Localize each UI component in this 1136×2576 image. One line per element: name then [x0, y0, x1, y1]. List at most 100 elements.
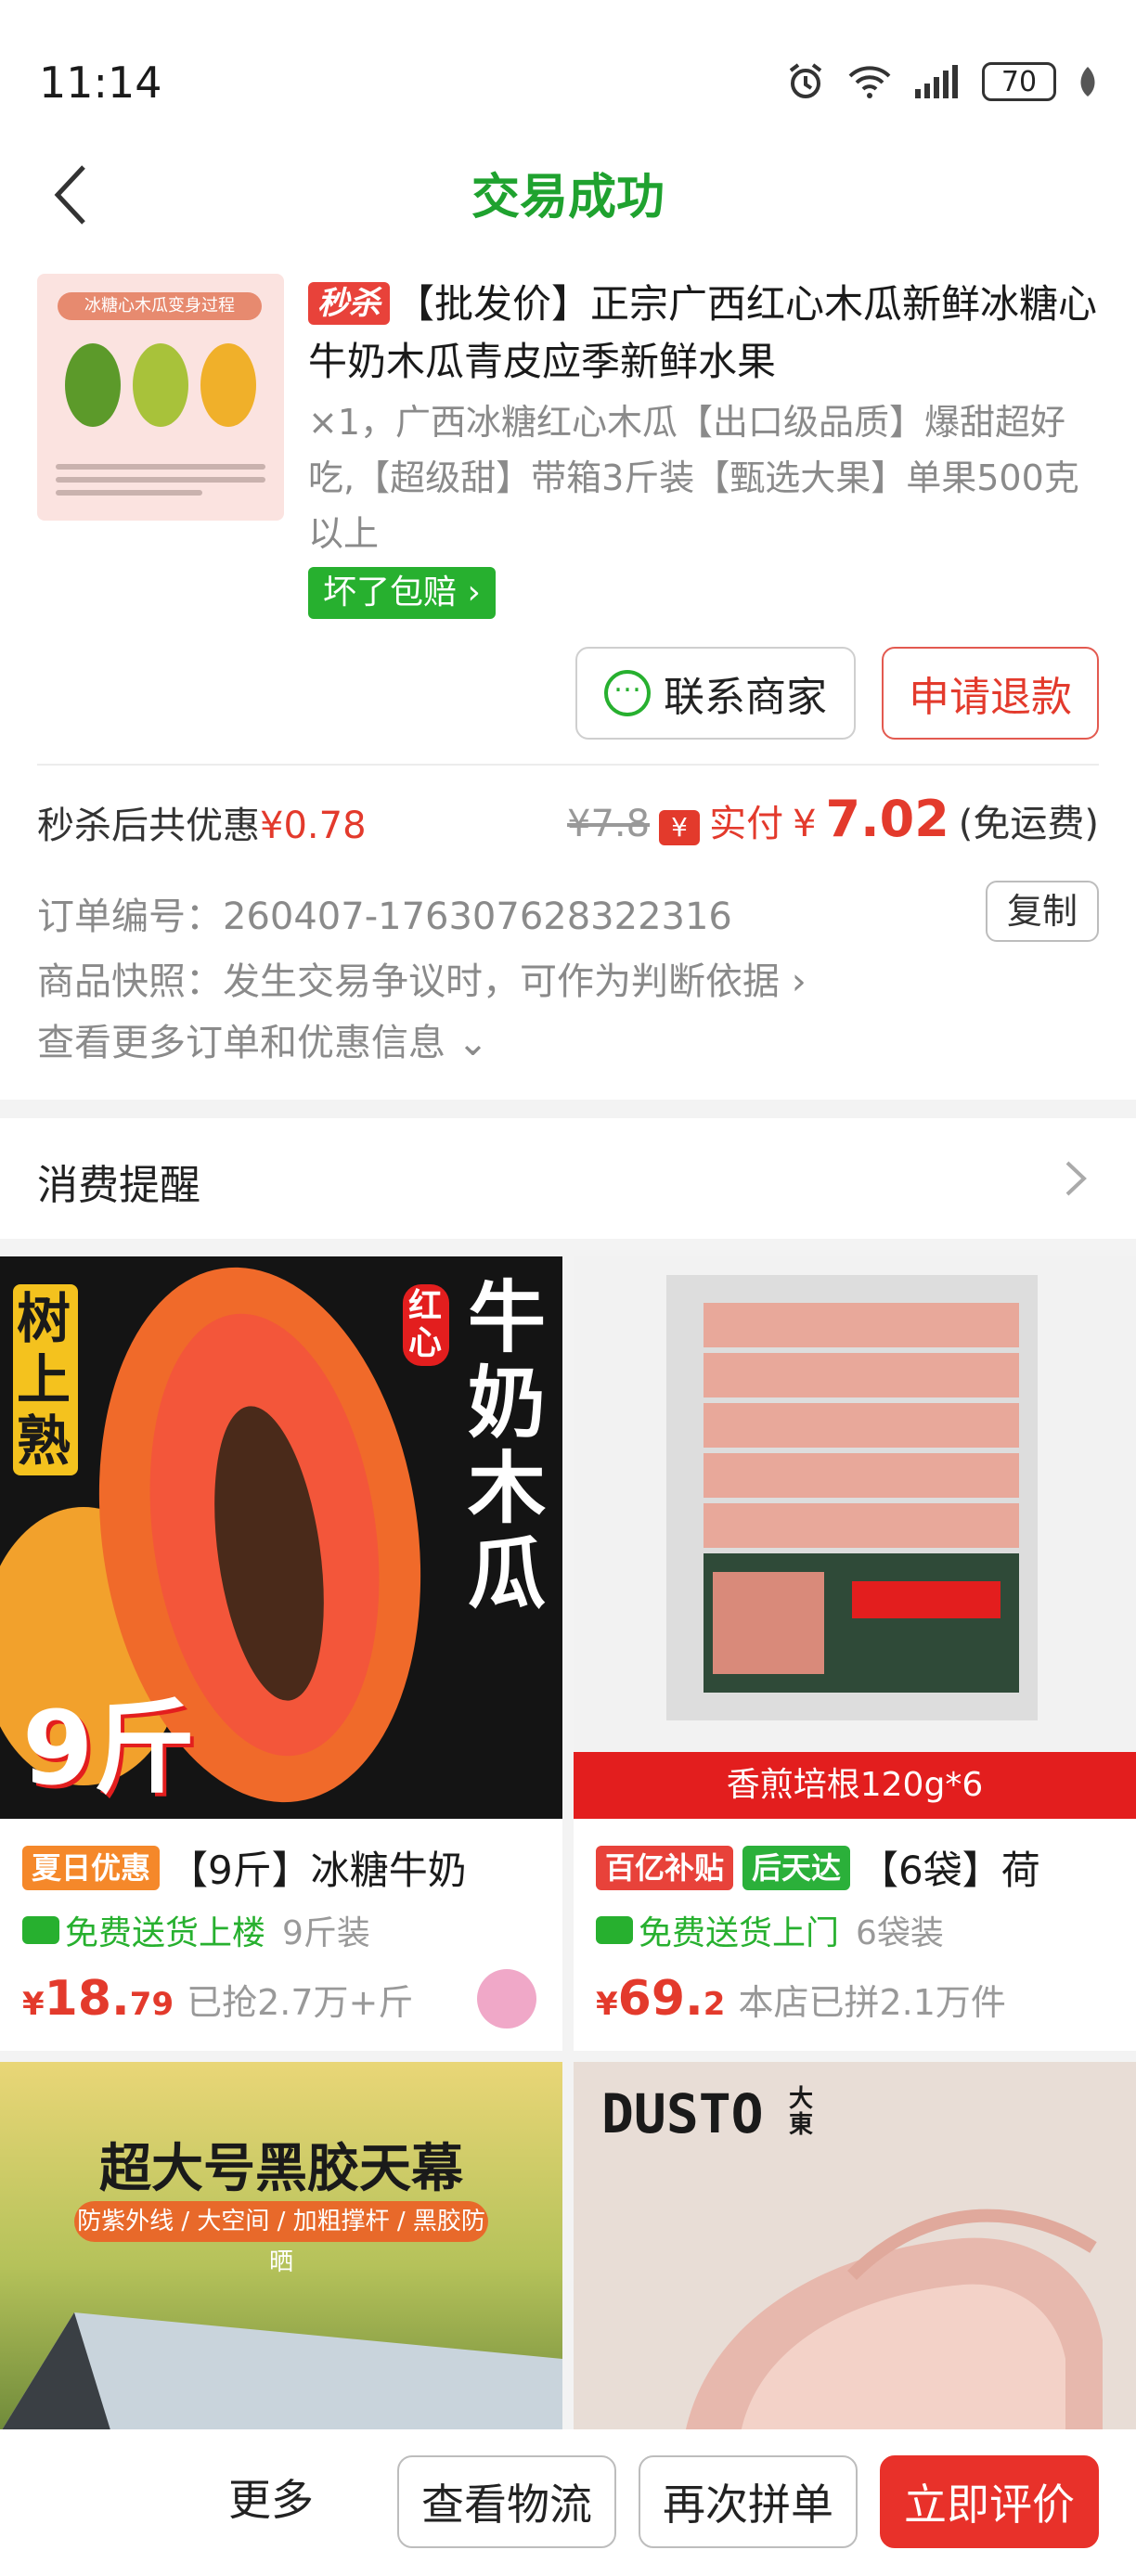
guarantee-label: 坏了包赔	[323, 573, 458, 612]
papaya-ripe-image	[200, 343, 256, 427]
price-row: ¥18.79 已抢2.7万+斤	[22, 1971, 413, 2027]
product-banner: 香煎培根120g*6	[574, 1752, 1136, 1819]
view-logistics-button[interactable]: 查看物流	[397, 2455, 616, 2548]
snapshot-link[interactable]: 商品快照：发生交易争议时，可作为判断依据 ›	[37, 951, 807, 1005]
shoe-image	[685, 2209, 1103, 2433]
price-int: 18.	[44, 1971, 130, 2027]
product-image: 香煎培根120g*6	[574, 1256, 1136, 1819]
price: ¥18.79	[22, 1971, 174, 2027]
order-number: 订单编号：260407-176307628322316	[37, 895, 732, 938]
consumer-reminder-row[interactable]: 消费提醒	[0, 1118, 1136, 1239]
price-currency: ¥	[596, 1986, 618, 2023]
contact-merchant-label: 联系商家	[664, 674, 827, 721]
status-icons: 70	[785, 61, 1099, 102]
spec-text: 9斤装	[282, 1914, 370, 1952]
weight-text: 9斤	[22, 1689, 196, 1808]
tent-image	[0, 2312, 562, 2433]
seckill-tag: 秒杀	[308, 282, 390, 325]
summer-deal-badge: 夏日优惠	[22, 1845, 161, 1890]
discount-label: 秒杀后共优惠	[37, 805, 260, 847]
chevron-right-icon	[1065, 1161, 1087, 1196]
more-order-info-toggle[interactable]: 查看更多订单和优惠信息 ⌄	[37, 1012, 488, 1066]
more-order-info-label: 查看更多订单和优惠信息	[37, 1022, 445, 1064]
delivery-speed-badge: 后天达	[742, 1845, 851, 1890]
spec-text: 6袋装	[856, 1914, 944, 1952]
original-price: ¥7.8	[567, 803, 651, 845]
price-dec: 79	[129, 1986, 174, 2023]
truck-icon	[22, 1916, 59, 1944]
delivery-label: 免费送货上门	[596, 1906, 839, 1954]
papaya-yellow-green-image	[133, 343, 188, 427]
discount-summary: 秒杀后共优惠¥0.78	[37, 795, 367, 849]
product-card[interactable]: 超大号黑胶天幕 防紫外线 / 大空间 / 加粗撑杆 / 黑胶防晒	[0, 2062, 562, 2433]
chevron-down-icon: ⌄	[445, 1022, 489, 1064]
price-currency: ¥	[22, 1986, 45, 2023]
battery-indicator: 70	[982, 62, 1056, 101]
paid-currency: ¥	[793, 803, 817, 845]
status-time: 11:14	[39, 58, 162, 108]
product-title-block[interactable]: 秒杀 【批发价】正宗广西红心木瓜新鲜冰糖心牛奶木瓜青皮应季新鲜水果	[308, 276, 1099, 391]
price-dec: 2	[703, 1986, 726, 2023]
discount-value: ¥0.78	[260, 805, 367, 847]
order-card: 冰糖心木瓜变身过程 秒杀 【批发价】正宗广西红心木瓜新鲜冰糖心牛奶木瓜青皮应季新鲜…	[0, 264, 1136, 858]
price-row: ¥69.2 本店已拼2.1万件	[596, 1971, 1006, 2027]
snapshot-label: 商品快照：发生交易争议时，可作为判断依据	[37, 960, 780, 1003]
price: ¥69.2	[596, 1971, 725, 2027]
truck-icon	[596, 1916, 633, 1944]
product-spec: ×1，广西冰糖红心木瓜【出口级品质】爆甜超好吃,【超级甜】带箱3斤装【甄选大果】…	[308, 402, 1079, 554]
sold-count: 已抢2.7万+斤	[187, 1982, 414, 2023]
chevron-right-icon: ›	[457, 573, 481, 612]
bacon-packs-image	[666, 1275, 1038, 1720]
product-card[interactable]: 树上熟 红心 牛奶木瓜 9斤 夏日优惠 【9斤】冰糖牛奶 免费送货上楼 9斤装 …	[0, 1256, 562, 2051]
thumbnail-caption: 冰糖心木瓜变身过程	[58, 292, 262, 320]
delivery-row: 免费送货上楼 9斤装	[22, 1906, 370, 1954]
product-image: DUSTO 大東	[574, 2062, 1136, 2433]
product-card[interactable]: DUSTO 大東	[574, 2062, 1136, 2433]
red-heart-badge: 红心	[403, 1284, 449, 1366]
product-title-row: 百亿补贴 后天达 【6袋】荷	[596, 1839, 1125, 1896]
page-title: 交易成功	[471, 170, 665, 225]
reminder-label: 消费提醒	[37, 1162, 200, 1209]
payment-summary: ¥7.8 ¥ 实付 ¥ 7.02 (免运费)	[567, 790, 1099, 848]
more-button[interactable]: 更多	[228, 2467, 314, 2528]
status-bar: 11:14 70	[0, 0, 1136, 139]
sold-count: 本店已拼2.1万件	[738, 1982, 1006, 2023]
product-title-row: 夏日优惠 【9斤】冰糖牛奶	[22, 1839, 551, 1896]
product-title: 【9斤】冰糖牛奶	[169, 1848, 467, 1893]
milk-papaya-text: 牛奶木瓜	[468, 1272, 547, 1619]
leaf-icon	[1080, 67, 1095, 97]
papaya-green-image	[65, 343, 121, 427]
product-card[interactable]: 香煎培根120g*6 百亿补贴 后天达 【6袋】荷 免费送货上门 6袋装 ¥69…	[574, 1256, 1136, 2051]
paid-amount: 7.02	[825, 790, 949, 848]
guarantee-badge[interactable]: 坏了包赔 ›	[308, 567, 496, 619]
delivery-text: 免费送货上门	[639, 1914, 840, 1952]
product-title: 【批发价】正宗广西红心木瓜新鲜冰糖心牛奶木瓜青皮应季新鲜水果	[308, 281, 1098, 384]
product-image: 超大号黑胶天幕 防紫外线 / 大空间 / 加粗撑杆 / 黑胶防晒	[0, 2062, 562, 2433]
delivery-label: 免费送货上楼	[22, 1906, 265, 1954]
product-image: 树上熟 红心 牛奶木瓜 9斤	[0, 1256, 562, 1819]
price-int: 69.	[617, 1971, 704, 2027]
contact-merchant-button[interactable]: 联系商家	[575, 647, 856, 740]
bottom-action-bar: 更多 查看物流 再次拼单 立即评价	[0, 2429, 1136, 2576]
tree-ripe-text: 树上熟	[13, 1284, 78, 1475]
delivery-row: 免费送货上门 6袋装	[596, 1906, 944, 1954]
product-title: 【6袋】荷	[859, 1848, 1040, 1893]
chat-icon	[604, 666, 651, 716]
paid-label: 实付	[709, 803, 784, 845]
payment-icon: ¥	[659, 810, 701, 845]
refund-button[interactable]: 申请退款	[882, 647, 1099, 740]
alarm-icon	[789, 63, 822, 98]
divider	[37, 764, 1099, 766]
reorder-button[interactable]: 再次拼单	[639, 2455, 858, 2548]
subsidy-badge: 百亿补贴	[596, 1845, 734, 1890]
chevron-right-icon: ›	[780, 960, 807, 1003]
copy-button[interactable]: 复制	[986, 881, 1099, 942]
product-thumbnail[interactable]: 冰糖心木瓜变身过程	[37, 274, 284, 521]
navigation-bar: 交易成功	[0, 130, 1136, 269]
thumbnail-text-lines	[56, 464, 265, 503]
signal-icon	[915, 65, 958, 98]
shipping-note: (免运费)	[958, 803, 1099, 845]
review-button[interactable]: 立即评价	[880, 2455, 1099, 2548]
avatar	[477, 1969, 536, 2029]
order-info-section: 订单编号：260407-176307628322316 复制 商品快照：发生交易…	[0, 858, 1136, 1100]
